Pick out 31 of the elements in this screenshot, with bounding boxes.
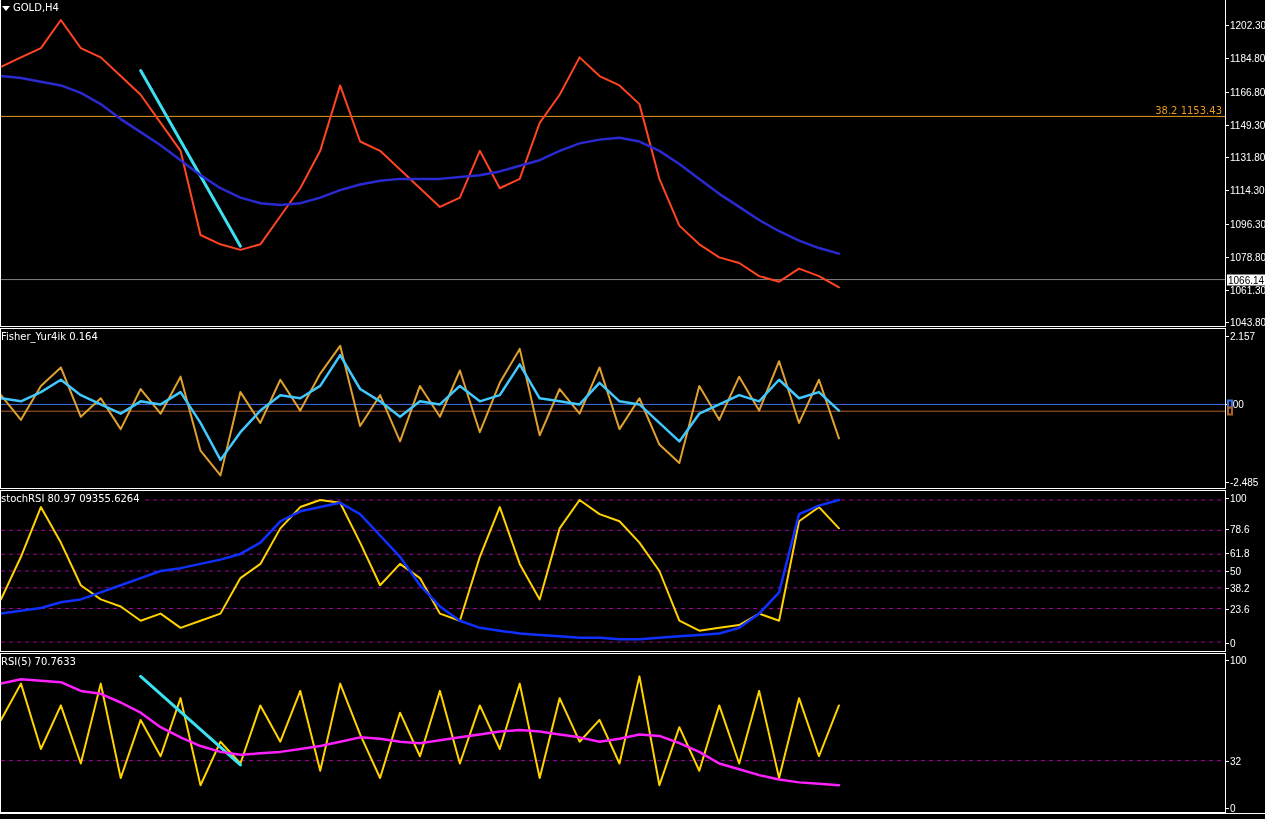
axis-label: 1078.80 [1230,251,1265,263]
axis-label: 1166.80 [1230,86,1265,98]
axis-label: 1184.80 [1230,52,1265,64]
axis-label: 1202.30 [1230,19,1265,31]
chart-value: 09355.6264 [79,493,140,505]
axis-label: -2.485 [1230,476,1259,488]
axis-label: 100 [1230,654,1247,666]
level-label: 38.2 1153.43 [1155,105,1222,117]
axis-label: 1149.30 [1230,119,1265,130]
axis-label: 2.157 [1230,330,1256,342]
price-tag: 1066.14 [1227,274,1265,286]
chart-title: stochRSI 80.97 [1,493,77,505]
axis-label: 50 [1230,565,1242,576]
axis-label: 32 [1230,755,1242,767]
chart-title: GOLD,H4 [13,2,59,14]
axis-label: .00 [1230,398,1244,410]
axis-label: 0 [1230,637,1236,649]
axis-label: 1061.30 [1230,284,1265,295]
axis-label: 38.2 [1230,582,1250,594]
axis-label: 100 [1230,492,1247,504]
axis-label: 1043.80 [1230,316,1265,328]
axis-label: 1114.30 [1230,184,1265,196]
axis-label: 61.8 [1230,547,1250,559]
axis-label: 0 [1230,802,1236,814]
chart-title: Fisher_Yur4ik 0.164 [1,331,98,343]
axis-label: 1096.30 [1230,218,1265,230]
axis-label: 78.6 [1230,523,1250,535]
axis-label: 23.6 [1230,603,1250,615]
chart-title: RSI(5) 70.7633 [1,656,76,668]
caret-icon[interactable] [2,5,10,11]
axis-label: 1131.80 [1230,151,1265,163]
